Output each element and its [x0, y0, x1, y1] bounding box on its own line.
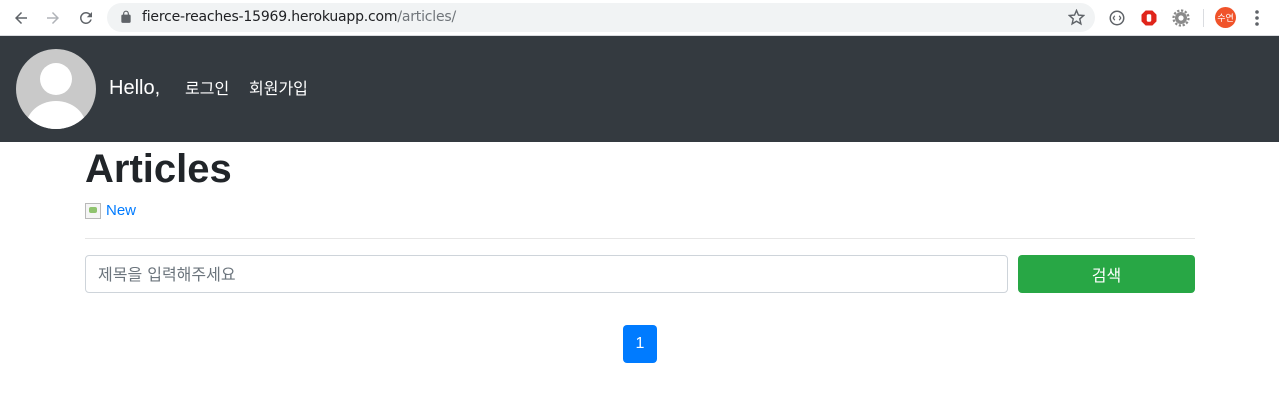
search-button[interactable]: 검색 — [1018, 255, 1195, 293]
stop-hand-icon[interactable] — [1139, 8, 1159, 28]
kebab-menu-icon[interactable] — [1250, 9, 1264, 27]
new-link-label: New — [106, 202, 137, 219]
reload-icon[interactable] — [74, 6, 98, 30]
greeting-text: Hello, — [109, 77, 161, 99]
new-article-link[interactable]: New — [85, 202, 136, 220]
broken-image-icon — [85, 203, 101, 219]
profile-avatar[interactable]: 수연 — [1215, 7, 1236, 28]
gear-icon[interactable] — [1171, 8, 1191, 28]
url-text[interactable]: fierce-reaches-15969.herokuapp.com/artic… — [142, 9, 456, 26]
site-navbar: Hello, 로그인 회원가입 — [0, 36, 1279, 142]
page-title: Articles — [85, 147, 232, 191]
toolbar-separator — [1203, 9, 1204, 27]
forward-arrow-icon[interactable] — [41, 6, 65, 30]
back-arrow-icon[interactable] — [9, 6, 33, 30]
url-host: fierce-reaches-15969.herokuapp.com — [142, 9, 398, 25]
title-search-input[interactable] — [85, 255, 1008, 293]
star-icon[interactable] — [1068, 9, 1085, 26]
person-silhouette-icon — [26, 63, 86, 129]
signup-link[interactable]: 회원가입 — [249, 79, 308, 99]
browser-toolbar: fierce-reaches-15969.herokuapp.com/artic… — [0, 0, 1279, 36]
url-path: /articles/ — [397, 9, 457, 25]
login-link[interactable]: 로그인 — [185, 79, 229, 99]
address-bar[interactable]: fierce-reaches-15969.herokuapp.com/artic… — [107, 3, 1095, 32]
page-1-button[interactable]: 1 — [623, 325, 657, 363]
extension-icon[interactable] — [1107, 8, 1127, 28]
user-avatar — [16, 49, 96, 129]
lock-icon[interactable] — [119, 10, 133, 24]
divider — [85, 238, 1195, 239]
